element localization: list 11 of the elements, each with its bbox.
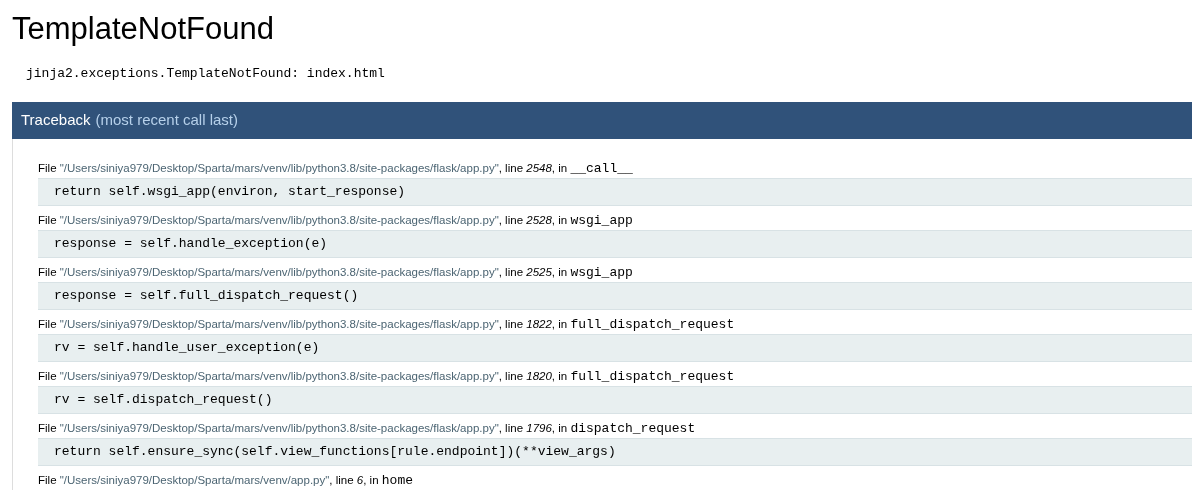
frame-location: File "/Users/siniya979/Desktop/Sparta/mars/venv/lib/python3.8/site-packages/flask/app.py", line 1796, in dispatch_request bbox=[38, 419, 696, 438]
exception-message: jinja2.exceptions.TemplateNotFound: index.html bbox=[26, 65, 385, 83]
frame-location: File "/Users/siniya979/Desktop/Sparta/mars/venv/app.py", line 6, in home bbox=[38, 471, 413, 490]
frame-location: File "/Users/siniya979/Desktop/Sparta/mars/venv/lib/python3.8/site-packages/flask/app.py", line 2525, in wsgi_app bbox=[38, 263, 633, 282]
frame-location: File "/Users/siniya979/Desktop/Sparta/mars/venv/lib/python3.8/site-packages/flask/app.py", line 1820, in full_dispatch_request bbox=[38, 367, 735, 386]
traceback-title: Traceback bbox=[21, 109, 91, 130]
frame-location: File "/Users/siniya979/Desktop/Sparta/mars/venv/lib/python3.8/site-packages/flask/app.py", line 2548, in __call__ bbox=[38, 159, 633, 178]
frame-location: File "/Users/siniya979/Desktop/Sparta/mars/venv/lib/python3.8/site-packages/flask/app.py", line 2528, in wsgi_app bbox=[38, 211, 633, 230]
frame-location: File "/Users/siniya979/Desktop/Sparta/mars/venv/lib/python3.8/site-packages/flask/app.py", line 1822, in full_dispatch_request bbox=[38, 315, 735, 334]
error-title: TemplateNotFound bbox=[12, 10, 274, 48]
traceback-subtitle: (most recent call last) bbox=[95, 109, 239, 130]
